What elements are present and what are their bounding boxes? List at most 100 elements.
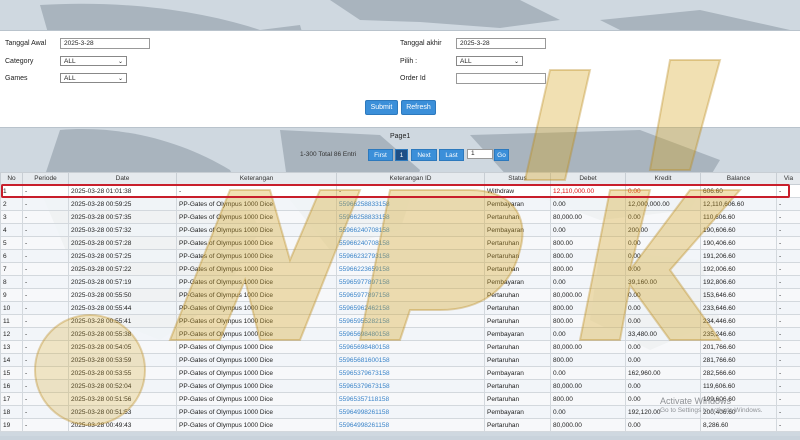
table-row[interactable]: 7-2025-03-28 00:57:22PP-Gates of Olympus… bbox=[1, 263, 800, 276]
pager: Page1 1-300 Total 86 Entri First 1 Next … bbox=[0, 133, 800, 163]
table-cell: Pertaruhan bbox=[485, 302, 551, 315]
column-header[interactable]: Status bbox=[485, 173, 551, 185]
category-value: ALL bbox=[64, 58, 76, 65]
table-cell: 3 bbox=[1, 211, 23, 224]
refresh-button[interactable]: Refresh bbox=[401, 100, 436, 115]
table-cell: 11 bbox=[1, 315, 23, 328]
column-header[interactable]: Debet bbox=[551, 173, 626, 185]
last-page-button[interactable]: Last bbox=[439, 149, 464, 161]
table-cell[interactable]: 55966240708158 bbox=[337, 224, 485, 237]
table-cell: - bbox=[23, 419, 69, 432]
table-cell: Pembayaran bbox=[485, 276, 551, 289]
order-id-input[interactable] bbox=[456, 73, 546, 84]
table-row[interactable]: 5-2025-03-28 00:57:28PP-Gates of Olympus… bbox=[1, 237, 800, 250]
activate-subtitle: Go to Settings to activate Windows. bbox=[660, 407, 763, 414]
page-number-input[interactable]: 1 bbox=[467, 149, 493, 159]
table-cell: PP-Gates of Olympus 1000 Dice bbox=[177, 263, 337, 276]
table-cell: 2025-03-28 00:54:05 bbox=[69, 341, 177, 354]
column-header[interactable]: Periode bbox=[23, 173, 69, 185]
submit-button[interactable]: Submit bbox=[365, 100, 398, 115]
table-cell[interactable]: 55964998261158 bbox=[337, 419, 485, 432]
table-cell: 12 bbox=[1, 328, 23, 341]
table-cell[interactable]: 55965379673158 bbox=[337, 367, 485, 380]
table-cell[interactable]: 55965977897158 bbox=[337, 276, 485, 289]
table-cell: - bbox=[23, 250, 69, 263]
table-cell: 5 bbox=[1, 237, 23, 250]
table-row[interactable]: 16-2025-03-28 00:52:04PP-Gates of Olympu… bbox=[1, 380, 800, 393]
games-select[interactable]: ALL ⌄ bbox=[60, 73, 127, 83]
first-page-button[interactable]: First bbox=[368, 149, 393, 161]
page-1-button[interactable]: 1 bbox=[395, 149, 408, 161]
column-header[interactable]: Date bbox=[69, 173, 177, 185]
table-cell[interactable]: 55965379673158 bbox=[337, 380, 485, 393]
table-row[interactable]: 3-2025-03-28 00:57:35PP-Gates of Olympus… bbox=[1, 211, 800, 224]
table-cell[interactable]: 55965357118158 bbox=[337, 393, 485, 406]
table-cell: 6 bbox=[1, 250, 23, 263]
tanggal-awal-input[interactable]: 2025-3-28 bbox=[60, 38, 150, 49]
pilih-select[interactable]: ALL ⌄ bbox=[456, 56, 523, 66]
table-cell: - bbox=[777, 302, 800, 315]
table-cell: 0.00 bbox=[626, 315, 701, 328]
column-header[interactable]: No bbox=[1, 173, 23, 185]
table-cell: 2025-03-28 00:57:25 bbox=[69, 250, 177, 263]
column-header[interactable]: Kredit bbox=[626, 173, 701, 185]
table-cell: 235,246.60 bbox=[701, 328, 777, 341]
table-cell: 0.00 bbox=[551, 276, 626, 289]
table-cell: 2025-03-28 00:57:19 bbox=[69, 276, 177, 289]
table-cell[interactable]: 55966240708158 bbox=[337, 237, 485, 250]
column-header[interactable]: Keterangan ID bbox=[337, 173, 485, 185]
table-cell: - bbox=[777, 250, 800, 263]
table-row[interactable]: 11-2025-03-28 00:55:41PP-Gates of Olympu… bbox=[1, 315, 800, 328]
table-cell: Pertaruhan bbox=[485, 341, 551, 354]
table-row[interactable]: 8-2025-03-28 00:57:19PP-Gates of Olympus… bbox=[1, 276, 800, 289]
table-cell[interactable]: 55966223659158 bbox=[337, 263, 485, 276]
table-cell: Pertaruhan bbox=[485, 419, 551, 432]
table-row[interactable]: 14-2025-03-28 00:53:59PP-Gates of Olympu… bbox=[1, 354, 800, 367]
table-cell[interactable]: 55965698480158 bbox=[337, 341, 485, 354]
table-row[interactable]: 4-2025-03-28 00:57:32PP-Gates of Olympus… bbox=[1, 224, 800, 237]
table-row[interactable]: 19-2025-03-28 00:49:43PP-Gates of Olympu… bbox=[1, 419, 800, 432]
column-header[interactable]: Balance bbox=[701, 173, 777, 185]
table-row[interactable]: 2-2025-03-28 00:59:25PP-Gates of Olympus… bbox=[1, 198, 800, 211]
table-cell: Pertaruhan bbox=[485, 380, 551, 393]
column-header[interactable]: Via bbox=[777, 173, 800, 185]
table-row[interactable]: 10-2025-03-28 00:55:44PP-Gates of Olympu… bbox=[1, 302, 800, 315]
table-cell: 17 bbox=[1, 393, 23, 406]
table-row[interactable]: 6-2025-03-28 00:57:25PP-Gates of Olympus… bbox=[1, 250, 800, 263]
table-cell: - bbox=[777, 289, 800, 302]
table-cell: 119,606.60 bbox=[701, 380, 777, 393]
table-row[interactable]: 15-2025-03-28 00:53:55PP-Gates of Olympu… bbox=[1, 367, 800, 380]
table-cell: Pertaruhan bbox=[485, 393, 551, 406]
table-row[interactable]: 13-2025-03-28 00:54:05PP-Gates of Olympu… bbox=[1, 341, 800, 354]
next-page-button[interactable]: Next bbox=[411, 149, 437, 161]
table-cell[interactable]: 55965955282158 bbox=[337, 315, 485, 328]
table-cell: PP-Gates of Olympus 1000 Dice bbox=[177, 224, 337, 237]
tanggal-akhir-input[interactable]: 2025-3-28 bbox=[456, 38, 546, 49]
table-cell[interactable]: 55966258833158 bbox=[337, 198, 485, 211]
table-cell[interactable]: 55965681600158 bbox=[337, 354, 485, 367]
category-select[interactable]: ALL ⌄ bbox=[60, 56, 127, 66]
table-row[interactable]: 9-2025-03-28 00:55:50PP-Gates of Olympus… bbox=[1, 289, 800, 302]
table-row[interactable]: 12-2025-03-28 00:55:38PP-Gates of Olympu… bbox=[1, 328, 800, 341]
highlight-box-withdraw-row bbox=[1, 184, 790, 198]
table-cell: - bbox=[23, 198, 69, 211]
table-cell: PP-Gates of Olympus 1000 Dice bbox=[177, 276, 337, 289]
table-cell: 80,000.00 bbox=[551, 341, 626, 354]
table-cell[interactable]: 55965962462158 bbox=[337, 302, 485, 315]
table-cell[interactable]: 55965698480158 bbox=[337, 328, 485, 341]
go-button[interactable]: Go bbox=[494, 149, 509, 161]
table-cell: - bbox=[23, 276, 69, 289]
table-cell[interactable]: 55965977897158 bbox=[337, 289, 485, 302]
filter-panel: Tanggal Awal 2025-3-28 Tanggal akhir 202… bbox=[0, 30, 800, 128]
table-cell[interactable]: 55964998261158 bbox=[337, 406, 485, 419]
table-cell[interactable]: 55966258833158 bbox=[337, 211, 485, 224]
table-cell: 0.00 bbox=[551, 198, 626, 211]
category-label: Category bbox=[5, 58, 33, 65]
pilih-value: ALL bbox=[460, 58, 472, 65]
table-cell: 18 bbox=[1, 406, 23, 419]
table-cell: Pertaruhan bbox=[485, 354, 551, 367]
table-cell: 281,766.60 bbox=[701, 354, 777, 367]
column-header[interactable]: Keterangan bbox=[177, 173, 337, 185]
table-cell[interactable]: 55966232793158 bbox=[337, 250, 485, 263]
table-cell: 110,606.60 bbox=[701, 211, 777, 224]
